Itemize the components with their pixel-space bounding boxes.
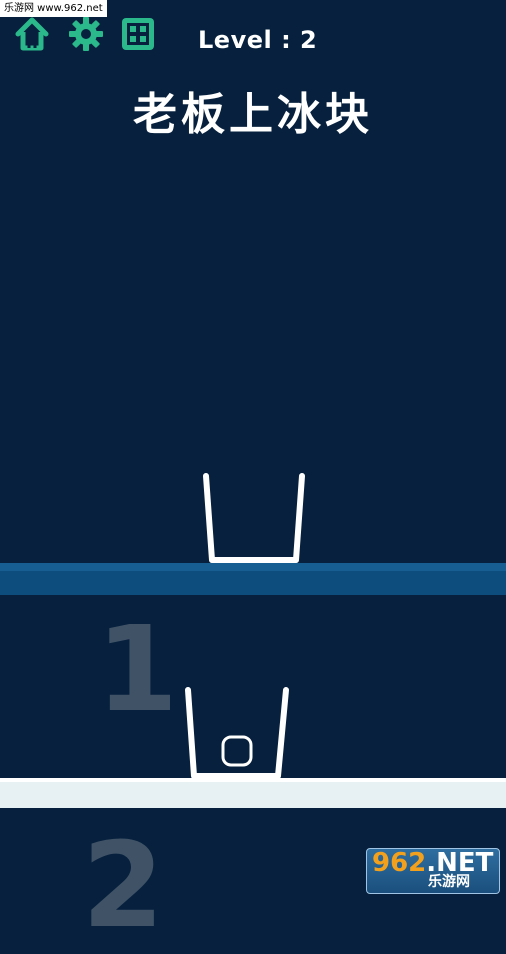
watermark-logo-number: 962 (372, 848, 427, 878)
ice-cube[interactable] (220, 734, 254, 768)
gear-icon (69, 17, 103, 51)
level-label: Level : 2 (198, 26, 318, 54)
home-button[interactable] (12, 14, 52, 54)
watermark-subtitle: 乐游网 (428, 874, 470, 890)
upper-platform-edge (0, 563, 506, 571)
watermark-logo: 962.NET (372, 849, 493, 877)
settings-button[interactable] (66, 14, 106, 54)
grid-icon (122, 18, 154, 50)
target-cup (203, 473, 305, 563)
lower-platform (0, 778, 506, 808)
home-icon (15, 17, 49, 51)
hint-number-1: 1 (96, 600, 179, 738)
level-select-button[interactable] (118, 14, 158, 54)
page-title: 老板上冰块 (133, 89, 373, 140)
hint-number-2: 2 (82, 816, 165, 954)
lower-platform-edge (0, 778, 506, 782)
